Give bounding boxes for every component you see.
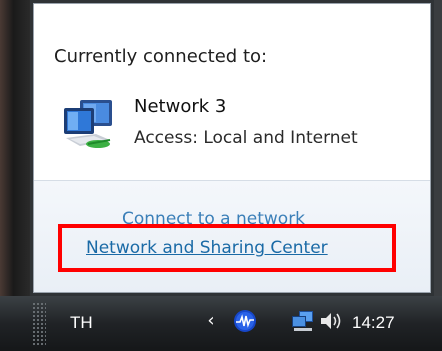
taskbar: TH ‹ 14:27 <box>0 296 442 351</box>
taskbar-grip[interactable] <box>32 302 46 346</box>
network-access-status: Access: Local and Internet <box>134 128 358 148</box>
volume-icon[interactable] <box>318 308 344 334</box>
chevron-left-icon[interactable]: ‹ <box>202 310 220 332</box>
links-section <box>34 181 430 292</box>
taskbar-clock[interactable]: 14:27 <box>352 313 395 333</box>
language-indicator[interactable]: TH <box>70 313 93 333</box>
connection-heading: Currently connected to: <box>54 46 268 67</box>
desktop-left-edge <box>0 0 30 296</box>
network-flyout-body: Currently connected to: Network 3 Access… <box>33 3 431 293</box>
desktop-right-edge <box>434 0 442 296</box>
connection-status-section: Currently connected to: Network 3 Access… <box>34 4 430 180</box>
network-tray-icon[interactable] <box>290 308 316 334</box>
network-name: Network 3 <box>134 96 227 117</box>
network-computer-icon <box>64 100 112 148</box>
network-and-sharing-center-link[interactable]: Network and Sharing Center <box>86 238 328 258</box>
network-flyout: Currently connected to: Network 3 Access… <box>30 0 434 296</box>
connect-to-network-link[interactable]: Connect to a network <box>122 209 305 229</box>
wave-icon[interactable] <box>232 308 258 334</box>
